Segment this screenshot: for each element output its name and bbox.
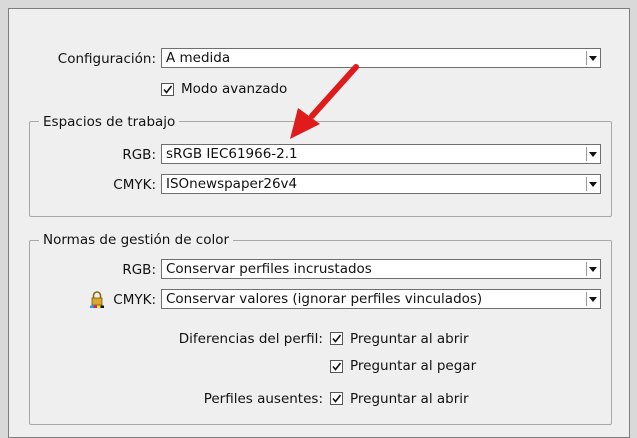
red-arrow-icon	[290, 64, 359, 139]
